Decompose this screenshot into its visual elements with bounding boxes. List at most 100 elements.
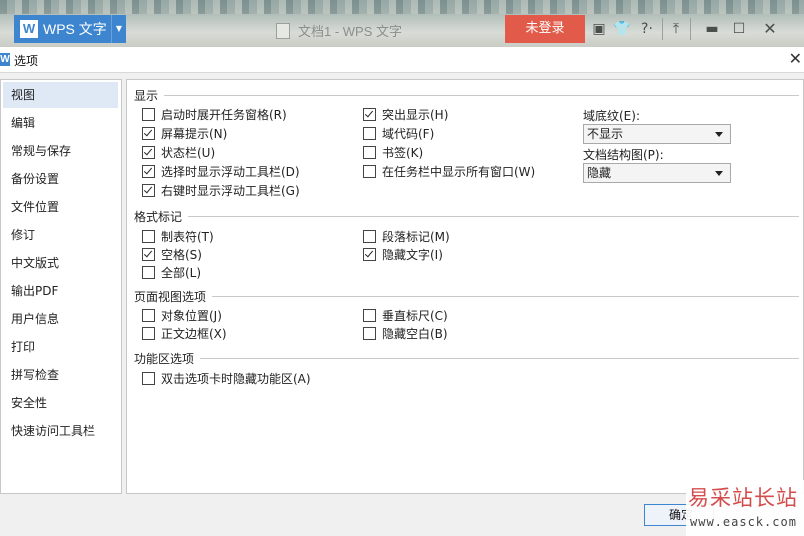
checkbox[interactable]	[142, 164, 155, 178]
options-nav: 视图 编辑 常规与保存 备份设置 文件位置 修订 中文版式 输出PDF 用户信息…	[0, 79, 122, 494]
document-icon	[276, 22, 290, 39]
checkbox[interactable]	[363, 164, 376, 178]
option-bookmarks[interactable]: 书签(K)	[363, 144, 423, 160]
nav-item-edit[interactable]: 编辑	[3, 110, 118, 136]
option-dblclick-hide-ribbon[interactable]: 双击选项卡时隐藏功能区(A)	[142, 370, 311, 386]
section-divider	[188, 215, 799, 217]
option-tab-marks[interactable]: 制表符(T)	[142, 228, 214, 244]
option-all-marks[interactable]: 全部(L)	[142, 264, 201, 280]
checkbox[interactable]	[142, 371, 155, 385]
option-expand-task-pane[interactable]: 启动时展开任务窗格(R)	[142, 106, 287, 122]
dialog-app-icon: W	[0, 53, 10, 66]
view-options-panel: 显示 启动时展开任务窗格(R) 屏幕提示(N) 状态栏(U) 选择时显示浮动工具…	[126, 79, 804, 494]
watermark-logo: 易采站长站 www.easck.com	[686, 480, 804, 536]
option-vertical-ruler[interactable]: 垂直标尺(C)	[363, 307, 448, 323]
section-page-view: 页面视图选项	[134, 289, 799, 304]
option-label: 全部(L)	[161, 265, 202, 280]
nav-item-spell-check[interactable]: 拼写检查	[3, 362, 118, 388]
section-page-view-title: 页面视图选项	[134, 289, 207, 304]
chevron-down-icon	[715, 132, 723, 137]
option-hidden-text[interactable]: 隐藏文字(I)	[363, 246, 443, 262]
checkbox[interactable]	[142, 308, 155, 322]
checkbox[interactable]	[363, 247, 376, 261]
option-highlight[interactable]: 突出显示(H)	[363, 106, 448, 122]
nav-item-print[interactable]: 打印	[3, 334, 118, 360]
checkbox[interactable]	[363, 126, 376, 140]
option-label: 选择时显示浮动工具栏(D)	[161, 164, 300, 179]
checkbox[interactable]	[363, 107, 376, 121]
option-field-codes[interactable]: 域代码(F)	[363, 125, 434, 141]
nav-item-quick-access-toolbar[interactable]: 快速访问工具栏	[3, 418, 118, 444]
option-label: 制表符(T)	[161, 229, 214, 244]
option-paragraph-marks[interactable]: 段落标记(M)	[363, 228, 450, 244]
option-label: 正文边框(X)	[161, 326, 227, 341]
section-divider	[164, 94, 799, 96]
document-title-text: 文档1 - WPS 文字	[298, 24, 403, 39]
nav-item-general-save[interactable]: 常规与保存	[3, 138, 118, 164]
app-menu-dropdown-icon[interactable]: ▼	[111, 15, 126, 43]
app-menu-button[interactable]: W WPS 文字 ▼	[14, 15, 126, 43]
field-shading-value: 不显示	[587, 127, 624, 141]
title-bar: W WPS 文字 ▼ 文档1 - WPS 文字 未登录 ▣ 👕 ?· ⤒ ▬ ☐…	[0, 0, 804, 47]
nav-item-security[interactable]: 安全性	[3, 390, 118, 416]
option-label: 隐藏空白(B)	[382, 326, 448, 341]
option-screen-tips[interactable]: 屏幕提示(N)	[142, 125, 227, 141]
option-spaces[interactable]: 空格(S)	[142, 246, 202, 262]
minimize-icon[interactable]: ▬	[704, 20, 720, 38]
checkbox[interactable]	[363, 326, 376, 340]
checkbox[interactable]	[363, 229, 376, 243]
login-button[interactable]: 未登录	[505, 15, 585, 43]
checkbox[interactable]	[363, 145, 376, 159]
nav-item-export-pdf[interactable]: 输出PDF	[3, 278, 118, 304]
nav-item-user-info[interactable]: 用户信息	[3, 306, 118, 332]
shirt-icon[interactable]: 👕	[613, 20, 630, 38]
checkbox[interactable]	[142, 326, 155, 340]
nav-item-file-location[interactable]: 文件位置	[3, 194, 118, 220]
nav-item-revision[interactable]: 修订	[3, 222, 118, 248]
nav-item-chinese-layout[interactable]: 中文版式	[3, 250, 118, 276]
checkbox[interactable]	[142, 145, 155, 159]
option-label: 垂直标尺(C)	[382, 308, 448, 323]
nav-item-view[interactable]: 视图	[3, 82, 118, 108]
option-label: 屏幕提示(N)	[161, 126, 228, 141]
skin-icon[interactable]: ▣	[592, 20, 606, 38]
option-label: 对象位置(J)	[161, 308, 222, 323]
doc-map-value: 隐藏	[587, 166, 612, 180]
field-shading-select[interactable]: 不显示	[583, 124, 731, 144]
option-label: 启动时展开任务窗格(R)	[161, 107, 287, 122]
app-name: WPS 文字	[43, 21, 107, 37]
checkbox[interactable]	[142, 126, 155, 140]
checkbox[interactable]	[142, 247, 155, 261]
wps-logo-icon: W	[20, 20, 38, 38]
option-float-toolbar-on-right-click[interactable]: 右键时显示浮动工具栏(G)	[142, 182, 300, 198]
checkbox[interactable]	[363, 308, 376, 322]
option-status-bar[interactable]: 状态栏(U)	[142, 144, 215, 160]
checkbox[interactable]	[142, 183, 155, 197]
dialog-title: 选项	[14, 54, 39, 68]
document-title: 文档1 - WPS 文字	[276, 21, 402, 40]
section-ribbon: 功能区选项	[134, 351, 799, 366]
close-window-icon[interactable]: ✕	[762, 20, 778, 38]
upload-icon[interactable]: ⤒	[668, 20, 684, 38]
section-divider	[200, 357, 799, 359]
dialog-close-icon[interactable]: ✕	[789, 49, 802, 68]
checkbox[interactable]	[142, 107, 155, 121]
option-label: 在任务栏中显示所有窗口(W)	[382, 164, 536, 179]
doc-map-select[interactable]: 隐藏	[583, 163, 731, 183]
section-ribbon-title: 功能区选项	[134, 351, 195, 366]
section-divider	[212, 295, 799, 297]
section-display-title: 显示	[134, 88, 159, 103]
option-label: 书签(K)	[382, 145, 424, 160]
checkbox[interactable]	[142, 229, 155, 243]
chevron-down-icon	[715, 171, 723, 176]
maximize-icon[interactable]: ☐	[731, 20, 747, 38]
option-float-toolbar-on-select[interactable]: 选择时显示浮动工具栏(D)	[142, 163, 300, 179]
nav-item-backup[interactable]: 备份设置	[3, 166, 118, 192]
option-object-anchors[interactable]: 对象位置(J)	[142, 307, 222, 323]
option-hide-white-space[interactable]: 隐藏空白(B)	[363, 325, 448, 341]
option-show-all-windows-in-taskbar[interactable]: 在任务栏中显示所有窗口(W)	[363, 163, 535, 179]
option-text-boundaries[interactable]: 正文边框(X)	[142, 325, 227, 341]
checkbox[interactable]	[142, 265, 155, 279]
help-icon[interactable]: ?·	[636, 20, 658, 38]
toolbar-separator	[690, 18, 691, 40]
